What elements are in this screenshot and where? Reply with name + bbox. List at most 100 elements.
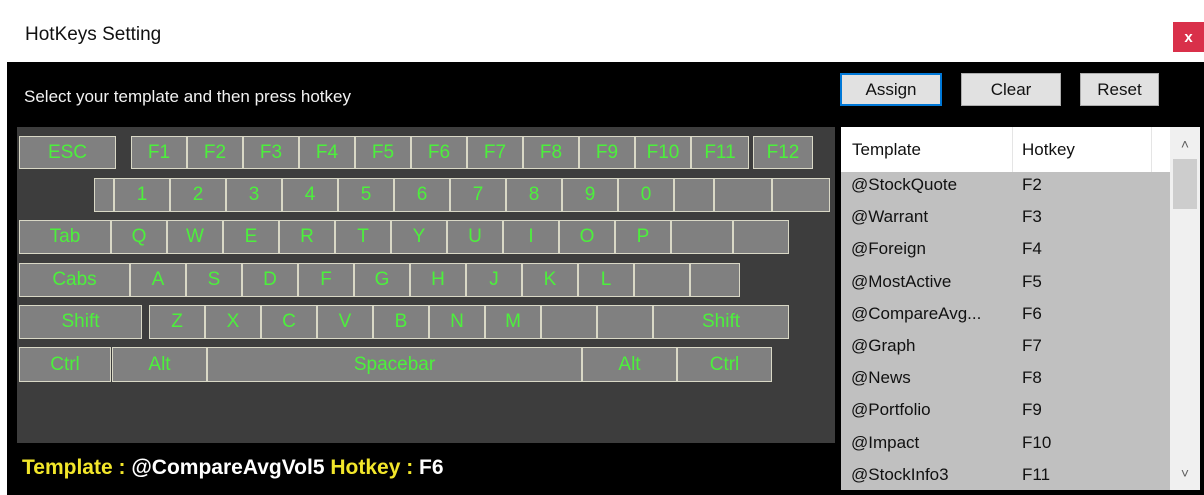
key-s[interactable]: S — [186, 263, 242, 297]
table-row[interactable]: @StockInfo3 F11 — [841, 463, 1170, 490]
key-f2[interactable]: F2 — [187, 136, 243, 169]
key-blank[interactable] — [772, 178, 830, 212]
hotkey-cell: F2 — [1022, 175, 1042, 194]
key-spacebar[interactable]: Spacebar — [207, 347, 582, 382]
table-row[interactable]: @Foreign F4 — [841, 237, 1170, 269]
key-x[interactable]: X — [205, 305, 261, 339]
hotkeys-window: HotKeys Setting x Select your template a… — [0, 0, 1204, 495]
key-a[interactable]: A — [130, 263, 186, 297]
key-blank[interactable] — [597, 305, 653, 339]
vertical-scrollbar[interactable]: ˄ ˅ — [1170, 127, 1200, 490]
key-z[interactable]: Z — [149, 305, 205, 339]
reset-button[interactable]: Reset — [1080, 73, 1159, 106]
list-header: Template Hotkey — [841, 127, 1170, 172]
key-c[interactable]: C — [261, 305, 317, 339]
key-f1[interactable]: F1 — [131, 136, 187, 169]
key-f12[interactable]: F12 — [753, 136, 813, 169]
key-blank[interactable] — [690, 263, 740, 297]
key-ctrl[interactable]: Ctrl — [677, 347, 772, 382]
template-cell: @Graph — [851, 336, 916, 355]
key-y[interactable]: Y — [391, 220, 447, 254]
key-e[interactable]: E — [223, 220, 279, 254]
hotkey-value: F6 — [419, 456, 444, 479]
key-o[interactable]: O — [559, 220, 615, 254]
key-n[interactable]: N — [429, 305, 485, 339]
key-blank[interactable] — [714, 178, 772, 212]
key-1[interactable]: 1 — [114, 178, 170, 212]
key-r[interactable]: R — [279, 220, 335, 254]
hotkey-cell: F4 — [1022, 239, 1042, 259]
table-row[interactable]: @Portfolio F9 — [841, 398, 1170, 430]
key-l[interactable]: L — [578, 263, 634, 297]
chevron-up-icon[interactable]: ˄ — [1170, 129, 1200, 159]
key-3[interactable]: 3 — [226, 178, 282, 212]
scroll-thumb[interactable] — [1173, 159, 1197, 209]
assign-button[interactable]: Assign — [840, 73, 942, 106]
key-blank[interactable] — [671, 220, 733, 254]
key-f4[interactable]: F4 — [299, 136, 355, 169]
key-5[interactable]: 5 — [338, 178, 394, 212]
key-esc[interactable]: ESC — [19, 136, 116, 169]
table-row[interactable]: @StockQuote F2 — [841, 173, 1170, 205]
table-row[interactable]: @Impact F10 — [841, 431, 1170, 463]
key-2[interactable]: 2 — [170, 178, 226, 212]
key-f10[interactable]: F10 — [635, 136, 691, 169]
key-d[interactable]: D — [242, 263, 298, 297]
key-8[interactable]: 8 — [506, 178, 562, 212]
key-7[interactable]: 7 — [450, 178, 506, 212]
key-b[interactable]: B — [373, 305, 429, 339]
key-q[interactable]: Q — [111, 220, 167, 254]
key-f6[interactable]: F6 — [411, 136, 467, 169]
key-alt[interactable]: Alt — [582, 347, 677, 382]
template-cell: @Portfolio — [851, 400, 931, 420]
clear-button[interactable]: Clear — [961, 73, 1061, 106]
key-blank[interactable] — [634, 263, 690, 297]
key-shift[interactable]: Shift — [19, 305, 142, 339]
key-f5[interactable]: F5 — [355, 136, 411, 169]
chevron-down-icon[interactable]: ˅ — [1170, 458, 1200, 488]
key-f11[interactable]: F11 — [691, 136, 749, 169]
key-f[interactable]: F — [298, 263, 354, 297]
key-f9[interactable]: F9 — [579, 136, 635, 169]
key-h[interactable]: H — [410, 263, 466, 297]
key-shift[interactable]: Shift — [653, 305, 789, 339]
key-6[interactable]: 6 — [394, 178, 450, 212]
key-blank[interactable] — [733, 220, 789, 254]
key-f3[interactable]: F3 — [243, 136, 299, 169]
hotkey-cell: F5 — [1022, 271, 1042, 291]
table-row[interactable]: @CompareAvg... F6 — [841, 302, 1170, 334]
key-v[interactable]: V — [317, 305, 373, 339]
key-f8[interactable]: F8 — [523, 136, 579, 169]
key-m[interactable]: M — [485, 305, 541, 339]
key-g[interactable]: G — [354, 263, 410, 297]
key-ctrl[interactable]: Ctrl — [19, 347, 111, 382]
table-row[interactable]: @Warrant F3 — [841, 205, 1170, 237]
key-0[interactable]: 0 — [618, 178, 674, 212]
key-9[interactable]: 9 — [562, 178, 618, 212]
hotkey-cell: F6 — [1022, 303, 1042, 323]
key-f7[interactable]: F7 — [467, 136, 523, 169]
key-tab[interactable]: Tab — [19, 220, 111, 254]
template-value: @CompareAvgVol5 — [131, 456, 325, 479]
table-row[interactable]: @Graph F7 — [841, 334, 1170, 366]
key-blank[interactable] — [94, 178, 114, 212]
column-header-template[interactable]: Template — [852, 140, 921, 160]
close-button[interactable]: x — [1173, 22, 1204, 52]
hotkey-label: Hotkey : — [330, 456, 414, 479]
key-i[interactable]: I — [503, 220, 559, 254]
key-p[interactable]: P — [615, 220, 671, 254]
key-blank[interactable] — [674, 178, 714, 212]
key-4[interactable]: 4 — [282, 178, 338, 212]
column-header-hotkey[interactable]: Hotkey — [1022, 140, 1075, 160]
key-u[interactable]: U — [447, 220, 503, 254]
table-row[interactable]: @News F8 — [841, 366, 1170, 398]
key-t[interactable]: T — [335, 220, 391, 254]
key-alt[interactable]: Alt — [112, 347, 207, 382]
key-cabs[interactable]: Cabs — [19, 263, 130, 297]
key-w[interactable]: W — [167, 220, 223, 254]
table-row[interactable]: @MostActive F5 — [841, 270, 1170, 302]
key-j[interactable]: J — [466, 263, 522, 297]
key-k[interactable]: K — [522, 263, 578, 297]
template-cell: @News — [851, 368, 911, 388]
key-blank[interactable] — [541, 305, 597, 339]
